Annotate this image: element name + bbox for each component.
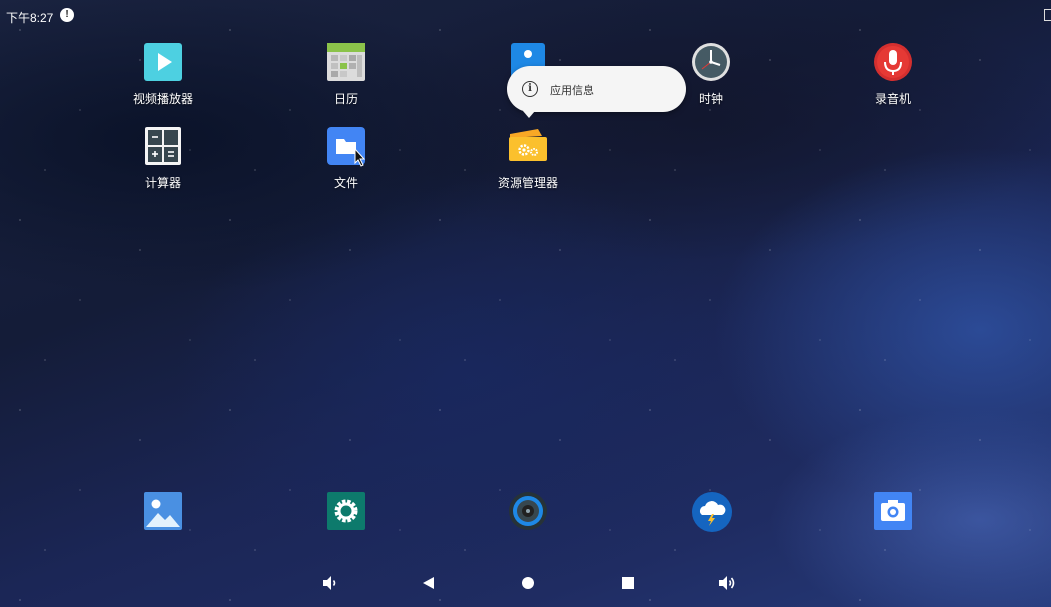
file-manager-icon <box>508 126 548 166</box>
app-info-popup[interactable]: i 应用信息 <box>507 66 686 118</box>
folder-icon <box>326 126 366 167</box>
clock-icon <box>691 42 731 82</box>
home-button[interactable] <box>516 571 540 595</box>
app-calendar[interactable]: 日历 <box>286 42 406 107</box>
recents-square-icon <box>622 577 634 589</box>
status-time: 下午8:27 <box>6 11 54 25</box>
speaker-icon <box>508 491 548 531</box>
volume-up-icon <box>719 576 735 590</box>
settings-gear-icon <box>326 491 366 531</box>
recents-button[interactable] <box>616 571 640 595</box>
dock-weather[interactable] <box>651 491 771 532</box>
dock-camera[interactable] <box>833 491 953 531</box>
volume-down-icon <box>323 576 336 590</box>
app-calculator[interactable]: 计算器 <box>103 126 223 191</box>
volume-down-button[interactable] <box>318 571 342 595</box>
app-file-manager[interactable]: 资源管理器 <box>468 126 588 191</box>
app-recorder[interactable]: 录音机 <box>833 42 953 107</box>
info-icon: i <box>522 81 538 97</box>
notification-badge-icon: ! <box>60 8 74 22</box>
gallery-icon <box>143 491 183 531</box>
calendar-icon <box>326 42 366 82</box>
play-icon <box>143 42 183 82</box>
status-bar: 下午8:27 ! <box>0 0 1051 32</box>
app-info-label[interactable]: 应用信息 <box>550 82 594 98</box>
app-label: 资源管理器 <box>497 176 558 190</box>
weather-icon <box>691 491 732 532</box>
app-label: 日历 <box>333 92 358 106</box>
camera-icon <box>873 491 913 531</box>
microphone-icon <box>873 42 913 82</box>
app-files[interactable]: 文件 <box>286 126 406 191</box>
back-button[interactable] <box>416 571 440 595</box>
app-label: 视频播放器 <box>132 92 193 106</box>
calculator-icon <box>143 126 183 166</box>
home-circle-icon <box>522 577 534 589</box>
dock-music[interactable] <box>468 491 588 531</box>
app-label: 计算器 <box>144 176 181 190</box>
dock-gallery[interactable] <box>103 491 223 531</box>
app-label: 文件 <box>333 176 358 190</box>
dock-settings[interactable] <box>286 491 406 531</box>
volume-up-button[interactable] <box>715 571 739 595</box>
app-video-player[interactable]: 视频播放器 <box>103 42 223 107</box>
app-label: 录音机 <box>874 92 911 106</box>
back-triangle-icon <box>423 577 434 589</box>
screen-edge-indicator-icon <box>1044 9 1051 21</box>
